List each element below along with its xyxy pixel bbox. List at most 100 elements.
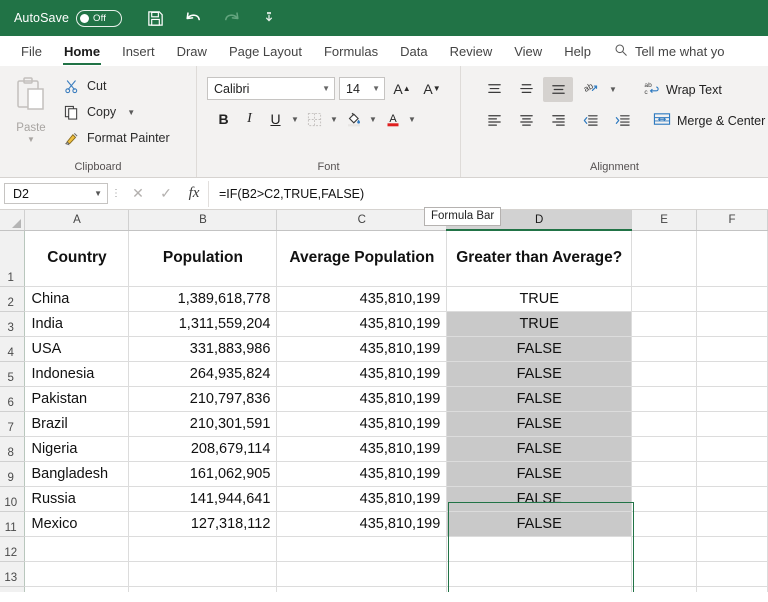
cell-a11[interactable]: Mexico <box>25 511 129 536</box>
row-header-2[interactable]: 2 <box>0 286 25 311</box>
cell-a3[interactable]: India <box>25 311 129 336</box>
cell-d13[interactable] <box>447 561 632 586</box>
cell-e11[interactable] <box>632 511 697 536</box>
cell-c8[interactable]: 435,810,199 <box>277 436 447 461</box>
format-painter-button[interactable]: Format Painter <box>62 128 196 148</box>
cell-c12[interactable] <box>277 536 447 561</box>
decrease-font-size-button[interactable]: A▼ <box>419 77 445 100</box>
row-header-9[interactable]: 9 <box>0 461 25 486</box>
row-header-6[interactable]: 6 <box>0 386 25 411</box>
cell-e9[interactable] <box>632 461 697 486</box>
fx-icon[interactable]: fx <box>180 181 208 207</box>
align-center-icon[interactable] <box>511 108 541 133</box>
cell-f5[interactable] <box>697 361 768 386</box>
cell-b10[interactable]: 141,944,641 <box>129 486 277 511</box>
tab-page-layout[interactable]: Page Layout <box>218 36 313 66</box>
cell-c6[interactable]: 435,810,199 <box>277 386 447 411</box>
tab-formulas[interactable]: Formulas <box>313 36 389 66</box>
row-header-12[interactable]: 12 <box>0 536 25 561</box>
chevron-down-icon[interactable]: ▼ <box>127 108 135 117</box>
cell-c14[interactable] <box>277 586 447 592</box>
column-header-b[interactable]: B <box>129 210 277 230</box>
cell-a12[interactable] <box>25 536 129 561</box>
italic-button[interactable]: I <box>237 107 262 131</box>
increase-font-size-button[interactable]: A▲ <box>389 77 415 100</box>
cell-a5[interactable]: Indonesia <box>25 361 129 386</box>
borders-icon[interactable] <box>302 107 327 131</box>
bold-button[interactable]: B <box>211 107 236 131</box>
cell-b3[interactable]: 1,311,559,204 <box>129 311 277 336</box>
cell-d11[interactable]: FALSE <box>447 511 632 536</box>
cell-d7[interactable]: FALSE <box>447 411 632 436</box>
cell-d10[interactable]: FALSE <box>447 486 632 511</box>
cell-e10[interactable] <box>632 486 697 511</box>
chevron-down-icon[interactable]: ▼ <box>322 84 330 93</box>
cell-c3[interactable]: 435,810,199 <box>277 311 447 336</box>
row-header-7[interactable]: 7 <box>0 411 25 436</box>
autosave-toggle[interactable]: Off <box>76 10 122 27</box>
cell-f13[interactable] <box>697 561 768 586</box>
cell-f1[interactable] <box>697 230 768 286</box>
row-header-13[interactable]: 13 <box>0 561 25 586</box>
cell-d12[interactable] <box>447 536 632 561</box>
cell-f4[interactable] <box>697 336 768 361</box>
cell-b5[interactable]: 264,935,824 <box>129 361 277 386</box>
align-right-icon[interactable] <box>543 108 573 133</box>
cell-f9[interactable] <box>697 461 768 486</box>
cell-d9[interactable]: FALSE <box>447 461 632 486</box>
customize-qat-icon[interactable] <box>250 3 288 33</box>
wrap-text-button[interactable]: abc Wrap Text <box>643 80 722 100</box>
font-name-input[interactable]: Calibri ▼ <box>207 77 335 100</box>
cell-d6[interactable]: FALSE <box>447 386 632 411</box>
cell-e5[interactable] <box>632 361 697 386</box>
cell-f2[interactable] <box>697 286 768 311</box>
fill-color-icon[interactable] <box>341 107 366 131</box>
chevron-down-icon[interactable]: ▼ <box>328 107 340 131</box>
align-bottom-icon[interactable] <box>543 77 573 102</box>
cell-b9[interactable]: 161,062,905 <box>129 461 277 486</box>
cell-a2[interactable]: China <box>25 286 129 311</box>
cell-a6[interactable]: Pakistan <box>25 386 129 411</box>
cell-f3[interactable] <box>697 311 768 336</box>
cell-b12[interactable] <box>129 536 277 561</box>
cell-d14[interactable] <box>447 586 632 592</box>
font-size-input[interactable]: 14 ▼ <box>339 77 385 100</box>
cell-b8[interactable]: 208,679,114 <box>129 436 277 461</box>
tell-me-search[interactable]: Tell me what yo <box>602 36 725 66</box>
chevron-down-icon[interactable]: ▼ <box>94 189 102 198</box>
cell-f14[interactable] <box>697 586 768 592</box>
chevron-down-icon[interactable]: ▼ <box>406 107 418 131</box>
cell-f6[interactable] <box>697 386 768 411</box>
cell-c10[interactable]: 435,810,199 <box>277 486 447 511</box>
chevron-down-icon[interactable]: ▼ <box>289 107 301 131</box>
cell-e1[interactable] <box>632 230 697 286</box>
cell-e2[interactable] <box>632 286 697 311</box>
paste-button[interactable]: Paste ▼ <box>0 70 62 157</box>
cell-a10[interactable]: Russia <box>25 486 129 511</box>
cell-c4[interactable]: 435,810,199 <box>277 336 447 361</box>
tab-help[interactable]: Help <box>553 36 602 66</box>
copy-button[interactable]: Copy ▼ <box>62 102 196 122</box>
chevron-down-icon[interactable]: ▼ <box>367 107 379 131</box>
chevron-down-icon[interactable]: ▼ <box>607 78 619 102</box>
tab-home[interactable]: Home <box>53 36 111 66</box>
column-header-e[interactable]: E <box>632 210 697 230</box>
cell-d8[interactable]: FALSE <box>447 436 632 461</box>
column-header-a[interactable]: A <box>25 210 129 230</box>
chevron-down-icon[interactable]: ▼ <box>372 84 380 93</box>
cell-d4[interactable]: FALSE <box>447 336 632 361</box>
formula-bar-grip[interactable]: ⋮ <box>108 192 124 196</box>
row-header-14[interactable]: 14 <box>0 586 25 592</box>
cell-f7[interactable] <box>697 411 768 436</box>
row-header-5[interactable]: 5 <box>0 361 25 386</box>
increase-indent-icon[interactable] <box>607 108 637 133</box>
cell-e12[interactable] <box>632 536 697 561</box>
cell-a4[interactable]: USA <box>25 336 129 361</box>
cell-c7[interactable]: 435,810,199 <box>277 411 447 436</box>
row-header-4[interactable]: 4 <box>0 336 25 361</box>
cancel-icon[interactable]: ✕ <box>124 181 152 207</box>
cell-c5[interactable]: 435,810,199 <box>277 361 447 386</box>
merge-center-button[interactable]: Merge & Center <box>653 111 765 131</box>
select-all-corner[interactable] <box>0 210 25 230</box>
row-header-11[interactable]: 11 <box>0 511 25 536</box>
